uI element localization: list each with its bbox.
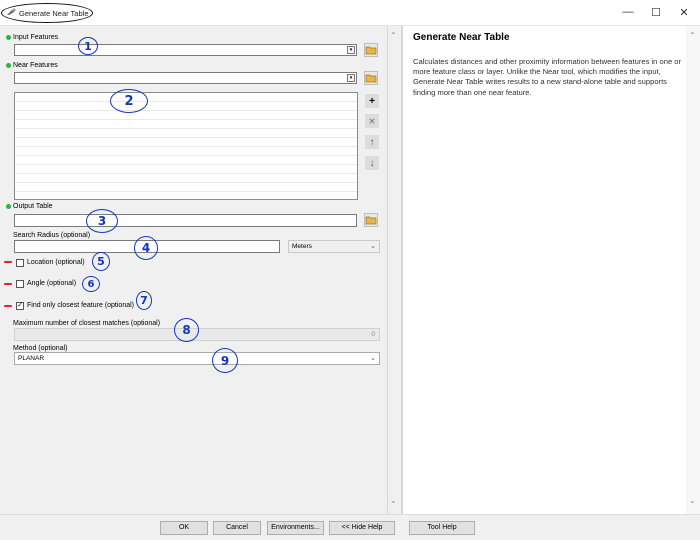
annotation-number: 9 xyxy=(212,348,238,373)
search-radius-label: Search Radius (optional) xyxy=(13,232,91,239)
help-title: Generate Near Table xyxy=(413,32,510,43)
annotation-number: 2 xyxy=(110,89,148,113)
tool-icon xyxy=(7,8,16,15)
near-features-list[interactable] xyxy=(14,92,358,200)
help-scrollbar[interactable]: ⌃ ⌄ xyxy=(686,26,700,514)
method-value: PLANAR xyxy=(18,355,45,362)
input-features-browse-button[interactable] xyxy=(364,43,378,57)
close-button[interactable]: ✕ xyxy=(670,4,698,20)
ok-button[interactable]: OK xyxy=(160,521,208,535)
folder-icon xyxy=(365,46,377,55)
annotation-number: 7 xyxy=(136,291,152,310)
annotation-number: 5 xyxy=(92,252,110,271)
near-features-label: Near Features xyxy=(13,62,58,69)
input-features-combo[interactable]: ▾ xyxy=(14,44,357,56)
help-panel: Generate Near Table Calculates distances… xyxy=(403,26,686,514)
scroll-down-icon[interactable]: ⌄ xyxy=(390,496,397,505)
minimize-button[interactable]: — xyxy=(614,4,642,20)
annotation-number: 8 xyxy=(174,318,199,342)
required-dot-icon xyxy=(6,204,11,209)
folder-icon xyxy=(365,216,377,225)
output-table-label: Output Table xyxy=(13,203,53,210)
annotation-number: 6 xyxy=(82,276,100,292)
method-label: Method (optional) xyxy=(13,345,68,352)
max-matches-label: Maximum number of closest matches (optio… xyxy=(13,320,161,327)
move-up-button[interactable]: ↑ xyxy=(365,135,379,149)
folder-icon xyxy=(365,74,377,83)
required-dot-icon xyxy=(6,35,11,40)
dropdown-arrow-icon[interactable]: ▾ xyxy=(347,74,355,82)
scroll-down-icon[interactable]: ⌄ xyxy=(689,496,696,505)
button-bar: OK Cancel Environments... << Hide Help T… xyxy=(0,514,700,540)
search-radius-unit-select[interactable]: Meters ⌄ xyxy=(288,240,380,253)
angle-label: Angle (optional) xyxy=(27,280,77,287)
near-features-browse-button[interactable] xyxy=(364,71,378,85)
search-radius-unit-value: Meters xyxy=(292,243,312,250)
scroll-up-icon[interactable]: ⌃ xyxy=(390,31,397,40)
angle-checkbox[interactable] xyxy=(16,280,24,288)
annotation-underline xyxy=(4,305,12,307)
move-down-button[interactable]: ↓ xyxy=(365,156,379,170)
annotation-number: 3 xyxy=(86,209,118,233)
add-row-button[interactable]: + xyxy=(365,94,379,108)
near-features-combo[interactable]: ▾ xyxy=(14,72,357,84)
annotation-underline xyxy=(4,283,12,285)
tool-help-button[interactable]: Tool Help xyxy=(409,521,475,535)
parameters-panel: Input Features ▾ Near Features ▾ + ✕ ↑ ↓… xyxy=(0,26,388,514)
output-table-input[interactable] xyxy=(14,214,357,227)
hide-help-button[interactable]: << Hide Help xyxy=(329,521,395,535)
help-description: Calculates distances and other proximity… xyxy=(413,57,682,97)
cancel-button[interactable]: Cancel xyxy=(213,521,261,535)
closest-feature-label: Find only closest feature (optional) xyxy=(27,302,134,309)
annotation-number: 1 xyxy=(78,37,98,55)
chevron-down-icon: ⌄ xyxy=(370,355,376,362)
location-checkbox[interactable] xyxy=(16,259,24,267)
closest-feature-checkbox[interactable]: ✓ xyxy=(16,302,24,310)
annotation-underline xyxy=(4,261,12,263)
environments-button[interactable]: Environments... xyxy=(267,521,324,535)
method-select[interactable]: PLANAR ⌄ xyxy=(14,352,380,365)
output-table-browse-button[interactable] xyxy=(364,213,378,227)
location-label: Location (optional) xyxy=(27,259,85,266)
dropdown-arrow-icon[interactable]: ▾ xyxy=(347,46,355,54)
remove-row-button[interactable]: ✕ xyxy=(365,114,379,128)
scroll-up-icon[interactable]: ⌃ xyxy=(689,31,696,40)
input-features-label: Input Features xyxy=(13,34,59,41)
annotation-number: 4 xyxy=(134,236,158,260)
window-title: Generate Near Table xyxy=(19,9,89,18)
chevron-down-icon: ⌄ xyxy=(370,243,376,250)
title-bar: Generate Near Table — ☐ ✕ xyxy=(0,0,700,26)
parameters-scrollbar[interactable]: ⌃ ⌄ xyxy=(387,26,401,514)
maximize-button[interactable]: ☐ xyxy=(642,4,670,20)
required-dot-icon xyxy=(6,63,11,68)
